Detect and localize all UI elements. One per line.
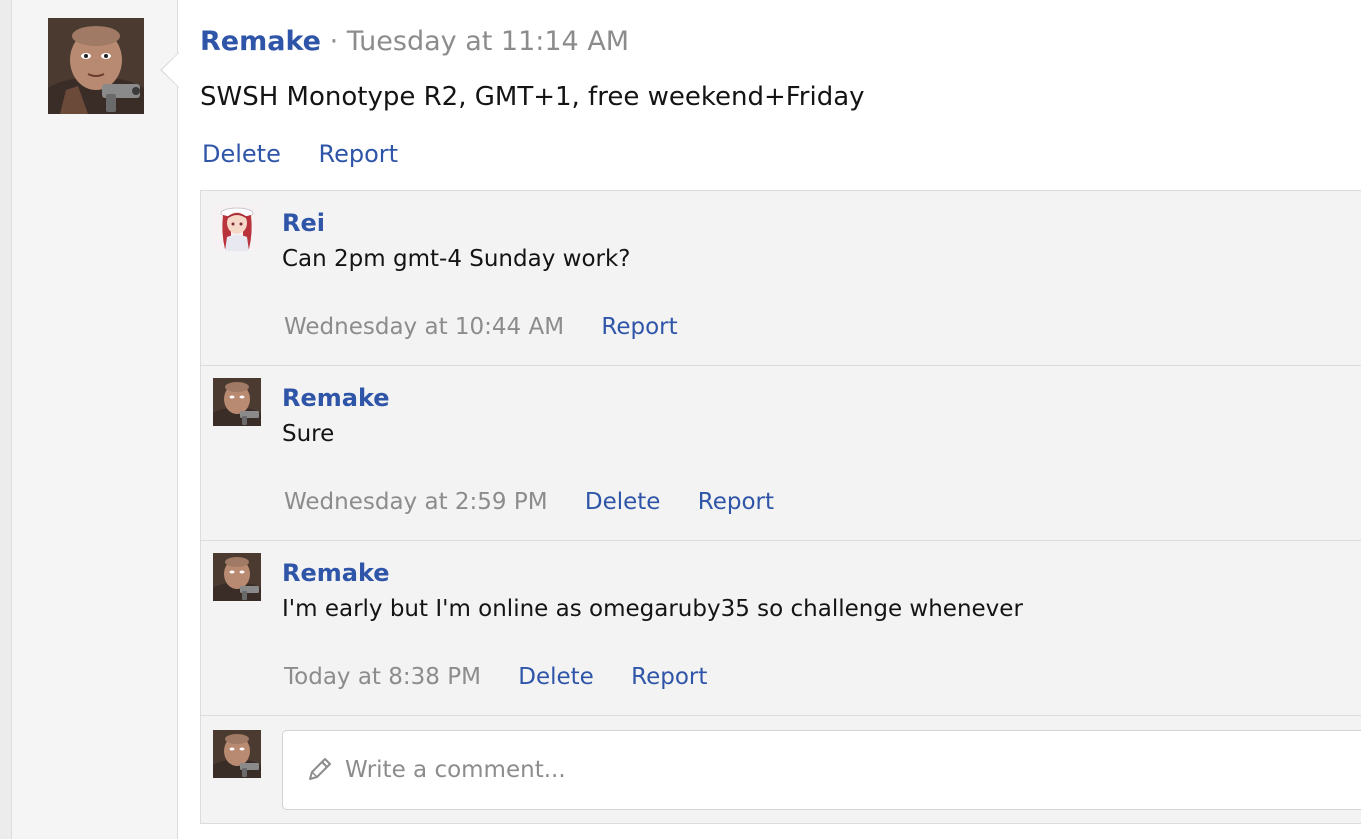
comment-item: Rei Can 2pm gmt-4 Sunday work? Wednesday…	[201, 191, 1361, 366]
comment-delete-link[interactable]: Delete	[585, 489, 661, 515]
comment-report-link[interactable]: Report	[601, 314, 677, 340]
post-delete-link[interactable]: Delete	[202, 140, 281, 168]
post-header: Remake · Tuesday at 11:14 AM	[200, 22, 629, 62]
comment-text: Can 2pm gmt-4 Sunday work?	[282, 246, 631, 272]
comment-delete-link[interactable]: Delete	[518, 664, 594, 690]
comment-author-avatar[interactable]	[213, 378, 261, 426]
comment-item: Remake Sure Wednesday at 2:59 PM Delete …	[201, 366, 1361, 541]
comment-author-link[interactable]: Rei	[282, 207, 325, 239]
comment-item: Remake I'm early but I'm online as omega…	[201, 541, 1361, 716]
post-author-link[interactable]: Remake	[200, 26, 321, 57]
comment-meta: Wednesday at 2:59 PM Delete Report	[284, 486, 804, 518]
post-separator: ·	[329, 26, 339, 57]
pencil-icon	[305, 754, 335, 784]
comment-text: I'm early but I'm online as omegaruby35 …	[282, 596, 1023, 622]
comment-timestamp[interactable]: Wednesday at 10:44 AM	[284, 314, 564, 340]
post-body: SWSH Monotype R2, GMT+1, free weekend+Fr…	[200, 82, 865, 112]
current-user-avatar	[213, 730, 261, 778]
comment-text: Sure	[282, 421, 335, 447]
post-actions: Delete Report	[202, 138, 428, 170]
left-gutter	[0, 0, 12, 839]
comment-input[interactable]: Write a comment...	[282, 730, 1361, 810]
comment-report-link[interactable]: Report	[631, 664, 707, 690]
comment-meta: Today at 8:38 PM Delete Report	[284, 661, 737, 693]
comment-composer: Write a comment...	[201, 718, 1361, 825]
post-arrow-inner	[162, 53, 179, 87]
post-report-link[interactable]: Report	[319, 140, 399, 168]
comment-author-link[interactable]: Remake	[282, 557, 390, 589]
comment-report-link[interactable]: Report	[698, 489, 774, 515]
comment-timestamp[interactable]: Today at 8:38 PM	[284, 664, 481, 690]
comment-timestamp[interactable]: Wednesday at 2:59 PM	[284, 489, 548, 515]
post-timestamp[interactable]: Tuesday at 11:14 AM	[347, 26, 629, 57]
comments-list: Rei Can 2pm gmt-4 Sunday work? Wednesday…	[200, 190, 1361, 824]
comment-author-avatar[interactable]	[213, 203, 261, 251]
avatar-column	[12, 0, 178, 839]
post-author-avatar[interactable]	[48, 18, 144, 114]
comment-author-avatar[interactable]	[213, 553, 261, 601]
comment-author-link[interactable]: Remake	[282, 382, 390, 414]
comment-meta: Wednesday at 10:44 AM Report	[284, 311, 708, 343]
